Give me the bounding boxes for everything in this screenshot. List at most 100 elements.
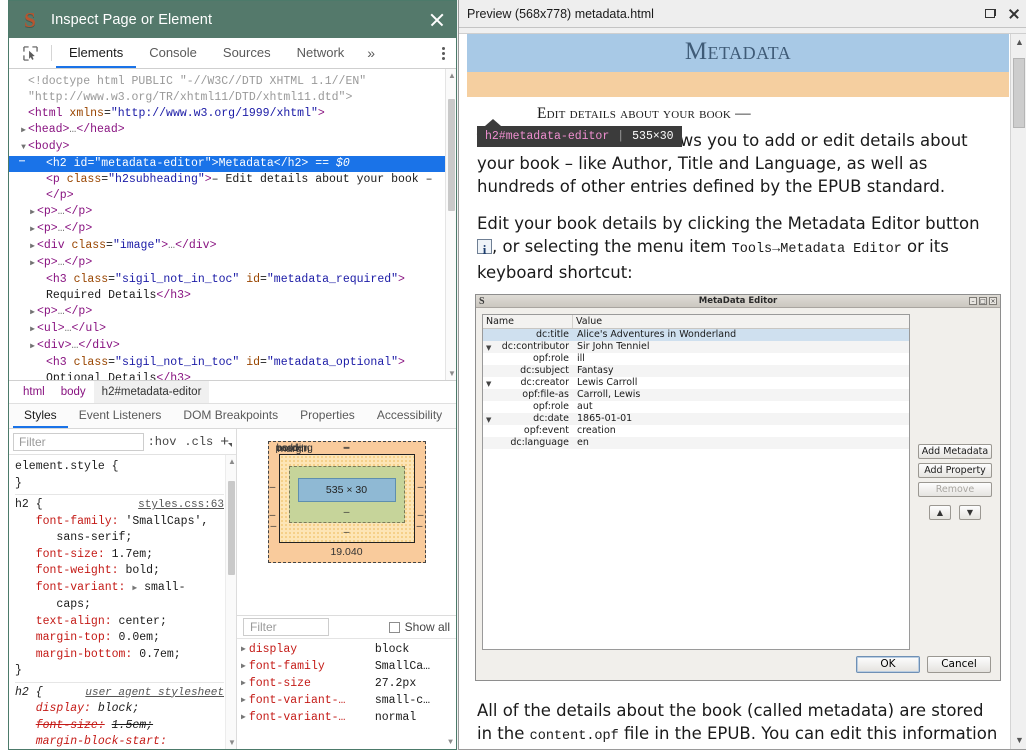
tab-elements[interactable]: Elements [56, 38, 136, 68]
move-up-icon[interactable]: ▲ [929, 505, 951, 520]
add-metadata-button[interactable]: Add Metadata [918, 444, 992, 459]
css-value[interactable]: block; [98, 702, 139, 715]
css-rule[interactable]: user agent stylesheet h2 { display: block… [15, 685, 224, 750]
css-value[interactable]: small- [144, 581, 185, 594]
table-row[interactable]: opf:roleaut [483, 401, 909, 413]
box-model-content-size[interactable]: 535 × 30 [298, 478, 396, 502]
css-value[interactable]: bold; [125, 564, 160, 577]
css-property[interactable]: font-family: [36, 515, 119, 528]
css-value[interactable]: 0.7em; [139, 648, 180, 661]
disclosure-triangle-icon[interactable]: ▶ [28, 256, 37, 272]
disclosure-triangle-icon[interactable]: ▶ [19, 123, 28, 139]
css-property[interactable]: font-size: [36, 548, 105, 561]
css-rule-source[interactable]: styles.css:63 [138, 497, 224, 514]
margin-bottom-value[interactable]: 19.040 [279, 547, 415, 558]
metadata-value-cell[interactable]: Lewis Carroll [573, 377, 637, 389]
border-left-value[interactable]: – [270, 509, 276, 521]
scroll-up-icon[interactable]: ▲ [448, 71, 455, 80]
css-property[interactable]: font-weight: [36, 564, 119, 577]
disclosure-triangle-icon[interactable]: ▶ [28, 222, 37, 238]
dom-node-line[interactable]: ▶<div class="image">…</div> [9, 238, 456, 255]
css-property[interactable]: font-variant: [36, 581, 126, 594]
cls-toggle-button[interactable]: .cls [180, 435, 217, 449]
box-model-border[interactable]: border – – – padding – – – [279, 454, 415, 543]
box-model-margin[interactable]: margin – – – border – – – [268, 441, 426, 563]
scrollbar-thumb[interactable] [1013, 58, 1025, 128]
close-icon[interactable] [424, 7, 450, 33]
tab-sources[interactable]: Sources [210, 38, 284, 68]
computed-filter-input[interactable]: Filter [243, 618, 329, 636]
table-row[interactable]: ▼dc:date1865-01-01 [483, 413, 909, 425]
expand-dots-badge[interactable]: ⋯ [14, 158, 31, 170]
scroll-up-icon[interactable]: ▲ [1014, 37, 1025, 48]
css-selector[interactable]: h2 { [15, 686, 43, 699]
css-property[interactable]: font-size: [36, 719, 105, 732]
tab-styles[interactable]: Styles [13, 404, 68, 428]
dom-node-line[interactable]: </p> [9, 188, 456, 204]
disclosure-triangle-icon[interactable]: ▶ [28, 305, 37, 321]
chevron-right-icon[interactable]: ▶ [241, 709, 246, 726]
computed-property-row[interactable]: ▶font-size27.2px [237, 675, 456, 692]
css-selector[interactable]: element.style { [15, 460, 119, 473]
scroll-down-icon[interactable]: ▼ [447, 738, 454, 747]
border-right-value[interactable]: – [418, 509, 424, 521]
dom-node-line[interactable]: <h3 class="sigil_not_in_toc" id="metadat… [9, 355, 456, 371]
metadata-value-cell[interactable]: 1865-01-01 [573, 413, 632, 425]
metadata-value-cell[interactable]: Alice's Adventures in Wonderland [573, 329, 736, 341]
dom-node-line[interactable]: "http://www.w3.org/TR/xhtml11/DTD/xhtml1… [9, 90, 456, 106]
dom-node-line[interactable]: ▼<body> [9, 139, 456, 156]
table-row[interactable]: opf:eventcreation [483, 425, 909, 437]
box-model-padding[interactable]: padding – – – 535 × 30 – [289, 466, 405, 523]
css-value[interactable]: 'SmallCaps', [125, 515, 208, 528]
css-rules-scroll[interactable]: element.style { }styles.css:63h2 { font-… [9, 455, 236, 749]
disclosure-triangle-icon[interactable]: ▼ [19, 140, 28, 156]
close-icon[interactable] [1002, 1, 1026, 27]
computed-scrollbar[interactable]: ▼ [445, 639, 456, 749]
dom-tree-scrollbar[interactable]: ▲ ▼ [445, 69, 456, 380]
scroll-down-icon[interactable]: ▼ [228, 738, 235, 747]
css-property[interactable]: text-align: [36, 615, 112, 628]
tab-accessibility[interactable]: Accessibility [366, 404, 453, 428]
metadata-value-cell[interactable]: ill [573, 353, 585, 365]
scrollbar-thumb[interactable] [228, 481, 235, 575]
disclosure-triangle-icon[interactable]: ▶ [28, 239, 37, 255]
restore-window-icon[interactable] [978, 1, 1002, 27]
table-row[interactable]: dc:languageen [483, 437, 909, 449]
table-row[interactable]: opf:roleill [483, 353, 909, 365]
metadata-value-cell[interactable]: Sir John Tenniel [573, 341, 649, 353]
cancel-button[interactable]: Cancel [927, 656, 991, 673]
dom-node-line[interactable]: ▶<div>…</div> [9, 338, 456, 355]
css-rule[interactable]: element.style { } [15, 459, 224, 495]
margin-left-value[interactable]: – [271, 520, 277, 532]
scroll-up-icon[interactable]: ▲ [228, 457, 235, 466]
border-bottom-value[interactable]: – [289, 527, 405, 538]
dom-node-line[interactable]: <p class="h2subheading">– Edit details a… [9, 172, 456, 188]
ok-button[interactable]: OK [856, 656, 920, 673]
devtools-menu-icon[interactable] [430, 38, 456, 68]
css-rule-source[interactable]: user agent stylesheet [85, 685, 224, 702]
css-rule[interactable]: styles.css:63h2 { font-family: 'SmallCap… [15, 497, 224, 683]
disclosure-triangle-icon[interactable]: ▶ [28, 322, 37, 338]
margin-right-value[interactable]: – [417, 520, 423, 532]
padding-bottom-value[interactable]: – [298, 507, 396, 518]
dom-node-line[interactable]: <!doctype html PUBLIC "-//W3C//DTD XHTML… [9, 74, 456, 90]
maximize-icon[interactable]: □ [979, 297, 987, 305]
tab-network[interactable]: Network [284, 38, 358, 68]
metadata-value-cell[interactable]: aut [573, 401, 593, 413]
tab-event-listeners[interactable]: Event Listeners [68, 404, 173, 428]
more-tabs-icon[interactable]: » [357, 38, 385, 68]
css-rules-list[interactable]: element.style { }styles.css:63h2 { font-… [9, 455, 236, 749]
table-row[interactable]: ▼dc:creatorLewis Carroll [483, 377, 909, 389]
tab-console[interactable]: Console [136, 38, 210, 68]
dom-node-line[interactable]: ▶<p>…</p> [9, 204, 456, 221]
dom-node-line[interactable]: ▶<p>…</p> [9, 255, 456, 272]
new-style-rule-button[interactable]: + [217, 433, 232, 450]
close-icon[interactable]: × [989, 297, 997, 305]
metadata-value-cell[interactable]: en [573, 437, 589, 449]
css-property[interactable]: margin-top: [36, 631, 112, 644]
show-all-toggle[interactable]: Show all [389, 620, 450, 634]
dom-node-line[interactable]: <h3 class="sigil_not_in_toc" id="metadat… [9, 272, 456, 288]
computed-properties-list[interactable]: ▶displayblock▶font-familySmallCa…▶font-s… [237, 639, 456, 749]
scroll-down-icon[interactable]: ▼ [448, 369, 455, 378]
css-property[interactable]: display: [36, 702, 91, 715]
